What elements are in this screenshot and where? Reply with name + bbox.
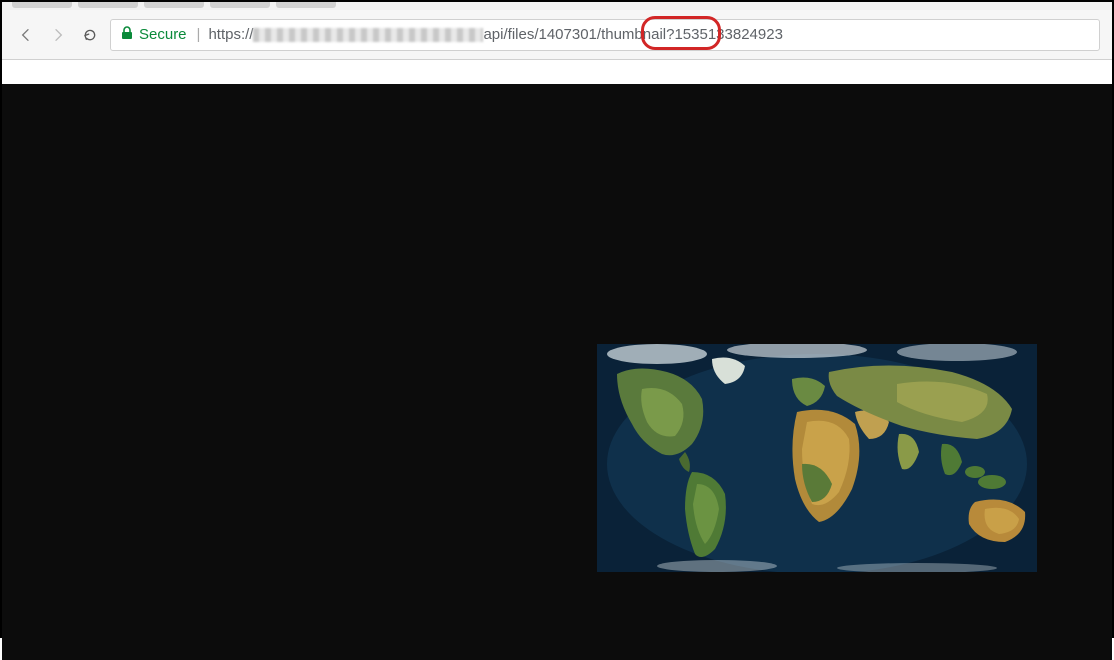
browser-toolbar: Secure | https:// api/files/ 1407301 /th… xyxy=(2,10,1112,60)
content-area xyxy=(2,84,1112,660)
tab-stub[interactable] xyxy=(12,2,72,8)
tab-strip xyxy=(2,2,1112,10)
url-path-after: /thumbnail?1535133824923 xyxy=(597,26,783,43)
url-obscured-host xyxy=(253,28,483,42)
lock-icon xyxy=(121,26,133,44)
tab-stub[interactable] xyxy=(276,2,336,8)
tab-stub[interactable] xyxy=(78,2,138,8)
tab-stub[interactable] xyxy=(210,2,270,8)
url-file-id: 1407301 xyxy=(539,26,597,43)
tab-stub[interactable] xyxy=(144,2,204,8)
secure-label: Secure xyxy=(139,26,187,43)
back-arrow-icon xyxy=(18,27,34,43)
address-bar[interactable]: Secure | https:// api/files/ 1407301 /th… xyxy=(110,19,1100,51)
url-separator: | xyxy=(197,26,201,43)
url-path-before: api/files/ xyxy=(483,26,538,43)
url-scheme: https:// xyxy=(208,26,253,43)
thumbnail-image xyxy=(597,344,1037,572)
forward-arrow-icon xyxy=(50,27,66,43)
back-button[interactable] xyxy=(14,23,38,47)
content-top-gap xyxy=(2,60,1112,84)
world-map-icon xyxy=(597,344,1037,572)
reload-icon xyxy=(82,27,98,43)
forward-button[interactable] xyxy=(46,23,70,47)
reload-button[interactable] xyxy=(78,23,102,47)
